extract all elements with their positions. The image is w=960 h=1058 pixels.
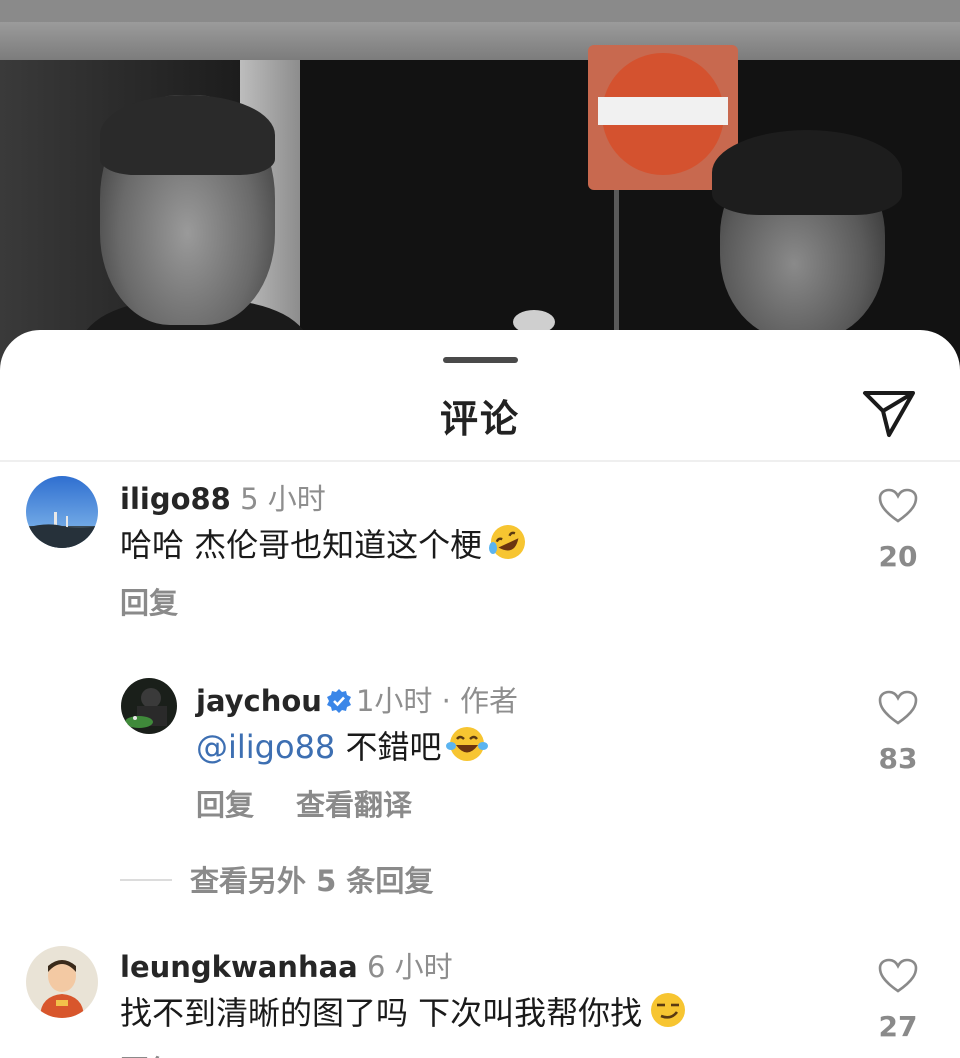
heart-icon [878, 958, 918, 993]
username[interactable]: iligo88 [120, 482, 231, 516]
like-count: 83 [878, 742, 918, 775]
sheet-drag-handle[interactable] [443, 357, 518, 363]
view-more-replies-button[interactable]: 查看另外 5 条回复 [120, 858, 433, 900]
reply-button[interactable]: 回复 [196, 782, 254, 824]
tears-of-joy-emoji-icon [445, 724, 489, 772]
username[interactable]: leungkwanhaa [120, 950, 358, 984]
comments-sheet: 评论 iligo88 5 小时 哈哈 杰伦哥也知道这个梗 回复 20 jaych… [0, 330, 960, 1058]
reply-button[interactable]: 回复 [120, 580, 178, 622]
heart-icon [878, 690, 918, 725]
comment-body: 不錯吧 [335, 728, 442, 766]
rolling-on-floor-laughing-emoji-icon [486, 522, 530, 570]
reply-button[interactable]: 回复 [120, 1048, 178, 1058]
comment-text: 找不到清晰的图了吗 下次叫我帮你找 [120, 988, 690, 1038]
paper-plane-icon [863, 391, 915, 437]
person-right-hair [712, 130, 902, 215]
comment-text: @iligo88 不錯吧 [196, 722, 489, 772]
mention-link[interactable]: @iligo88 [196, 728, 335, 766]
avatar[interactable] [26, 946, 98, 1018]
verified-badge-icon [326, 687, 352, 721]
header-divider [0, 460, 960, 462]
status-strip [0, 0, 960, 22]
avatar[interactable] [26, 476, 98, 548]
smirking-face-emoji-icon [646, 990, 690, 1038]
username[interactable]: jaychou [196, 684, 322, 718]
like-button[interactable]: 27 [868, 958, 928, 1043]
like-button[interactable]: 83 [868, 690, 928, 775]
sheet-title: 评论 [439, 397, 520, 441]
sign-pole [614, 190, 619, 350]
share-button[interactable] [860, 388, 918, 438]
view-more-replies-label: 查看另外 5 条回复 [190, 864, 434, 898]
avatar[interactable] [121, 678, 177, 734]
like-button[interactable]: 20 [868, 488, 928, 573]
thread-line [120, 879, 172, 881]
comment-time: 6 小时 [366, 950, 453, 984]
like-count: 27 [878, 1010, 918, 1043]
like-count: 20 [878, 540, 918, 573]
comment-body: 哈哈 杰伦哥也知道这个梗 [120, 526, 483, 564]
heart-icon [878, 488, 918, 523]
comment-time: 5 小时 [240, 482, 326, 516]
person-left-hair [100, 95, 275, 175]
comment-time: 1小时 · 作者 [355, 684, 519, 718]
comment-body: 找不到清晰的图了吗 下次叫我帮你找 [120, 994, 643, 1032]
see-translation-button[interactable]: 查看翻译 [296, 782, 412, 824]
comment-text: 哈哈 杰伦哥也知道这个梗 [120, 520, 530, 570]
